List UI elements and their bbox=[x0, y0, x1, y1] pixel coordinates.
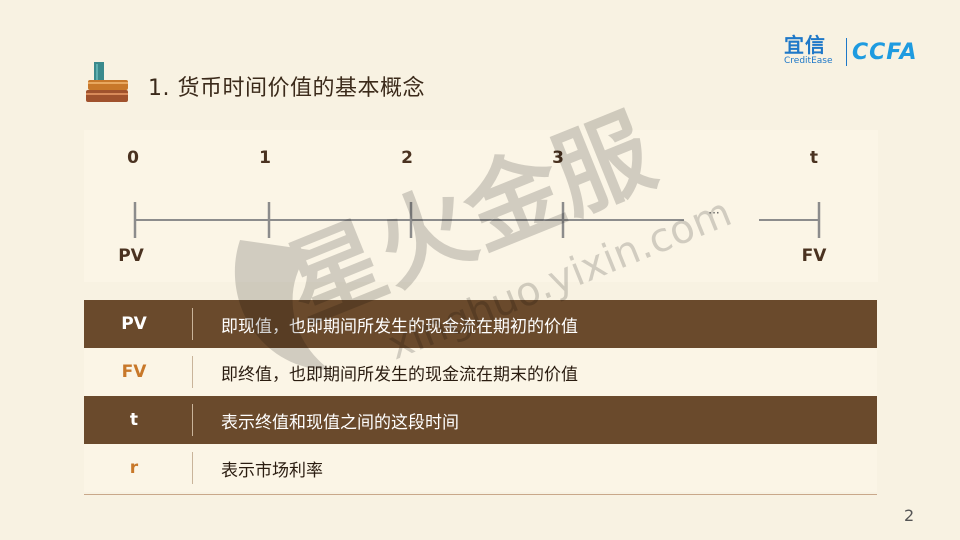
yixin-logo-en: CreditEase bbox=[784, 56, 833, 66]
definition-row-pv: PV 即现值，也即期间所发生的现金流在期初的价值 bbox=[84, 300, 877, 348]
row-separator bbox=[192, 452, 193, 484]
timeline-axis bbox=[133, 202, 821, 238]
definition-desc: 表示市场利率 bbox=[221, 460, 323, 481]
fv-label: FV bbox=[801, 246, 827, 266]
definition-key: t bbox=[129, 410, 139, 430]
books-icon bbox=[86, 62, 128, 102]
table-bottom-border bbox=[84, 494, 877, 495]
row-separator bbox=[192, 308, 193, 340]
logo-divider bbox=[846, 38, 847, 66]
tick-label-3: 3 bbox=[552, 148, 564, 168]
definition-row-fv: FV 即终值，也即期间所发生的现金流在期末的价值 bbox=[84, 348, 877, 396]
definition-row-r: r 表示市场利率 bbox=[84, 444, 877, 492]
tick-label-t: t bbox=[809, 148, 819, 168]
definition-row-t: t 表示终值和现值之间的这段时间 bbox=[84, 396, 877, 444]
yixin-logo: 宜信 CreditEase bbox=[784, 34, 842, 68]
tick-label-0: 0 bbox=[127, 148, 139, 168]
definition-desc: 即现值，也即期间所发生的现金流在期初的价值 bbox=[221, 316, 578, 337]
definition-key: PV bbox=[121, 314, 147, 334]
tick-label-1: 1 bbox=[259, 148, 271, 168]
definition-desc: 表示终值和现值之间的这段时间 bbox=[221, 412, 459, 433]
definition-key: r bbox=[129, 458, 139, 478]
row-separator bbox=[192, 356, 193, 388]
yixin-logo-cn: 宜信 bbox=[784, 33, 826, 57]
pv-label: PV bbox=[118, 246, 144, 266]
row-separator bbox=[192, 404, 193, 436]
definition-desc: 即终值，也即期间所发生的现金流在期末的价值 bbox=[221, 364, 578, 385]
definitions-table: PV 即现值，也即期间所发生的现金流在期初的价值 FV 即终值，也即期间所发生的… bbox=[84, 300, 877, 492]
page-number: 2 bbox=[904, 506, 915, 525]
page-title: 1. 货币时间价值的基本概念 bbox=[148, 76, 425, 101]
timeline-ellipsis: ··· bbox=[708, 206, 720, 220]
timeline-panel: 0 1 2 3 t ··· PV FV bbox=[84, 130, 878, 282]
tick-label-2: 2 bbox=[401, 148, 413, 168]
ccfa-logo: CCFA bbox=[852, 40, 918, 65]
definition-key: FV bbox=[121, 362, 147, 382]
